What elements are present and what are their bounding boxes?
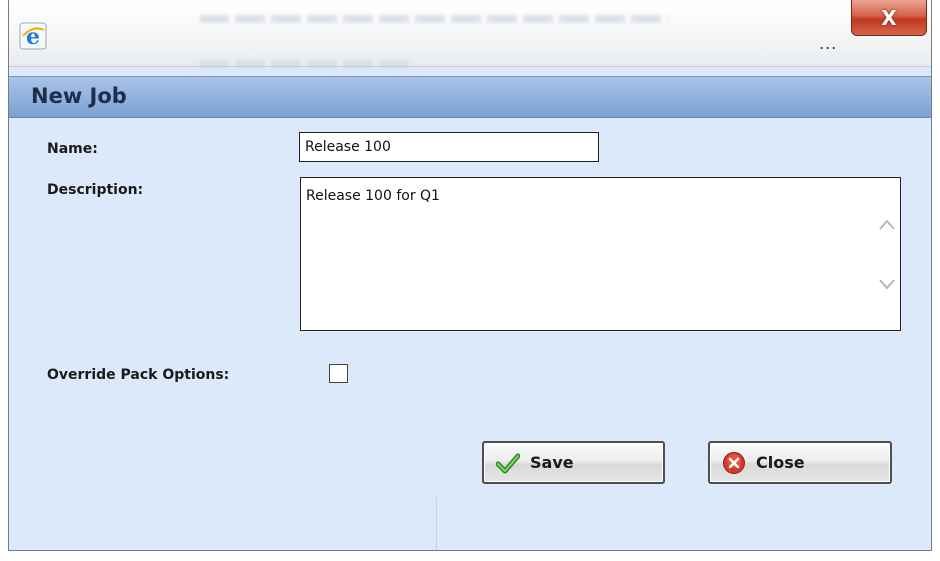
- dialog-window: e ... X New Job Name: Description: Relea…: [8, 0, 932, 551]
- override-pack-options-label: Override Pack Options:: [47, 367, 230, 383]
- checkmark-icon: [496, 453, 520, 473]
- panel-divider: [436, 497, 437, 550]
- name-label: Name:: [47, 141, 98, 157]
- window-close-button[interactable]: X: [851, 0, 927, 36]
- title-bar: e ... X: [9, 0, 931, 68]
- close-button[interactable]: Close: [708, 441, 892, 484]
- save-button[interactable]: Save: [482, 441, 665, 484]
- description-text: Release 100 for Q1: [306, 188, 440, 204]
- dialog-title: New Job: [31, 84, 127, 108]
- dialog-header: New Job: [9, 76, 931, 118]
- override-pack-options-checkbox[interactable]: [329, 364, 348, 383]
- scroll-up-icon[interactable]: [878, 218, 896, 232]
- description-label: Description:: [47, 182, 144, 198]
- close-x-glyph: X: [881, 5, 897, 30]
- description-scrollbar[interactable]: [876, 180, 898, 328]
- scroll-down-icon[interactable]: [878, 277, 896, 291]
- close-label: Close: [756, 453, 805, 472]
- title-ellipsis: ...: [819, 34, 838, 53]
- name-input[interactable]: [299, 132, 599, 162]
- blurred-address-2: [199, 60, 409, 68]
- close-circle-icon: [723, 451, 745, 474]
- blurred-address: [199, 15, 669, 23]
- save-label: Save: [530, 453, 574, 472]
- ie-icon: e: [19, 22, 47, 50]
- description-textarea[interactable]: Release 100 for Q1: [300, 177, 901, 331]
